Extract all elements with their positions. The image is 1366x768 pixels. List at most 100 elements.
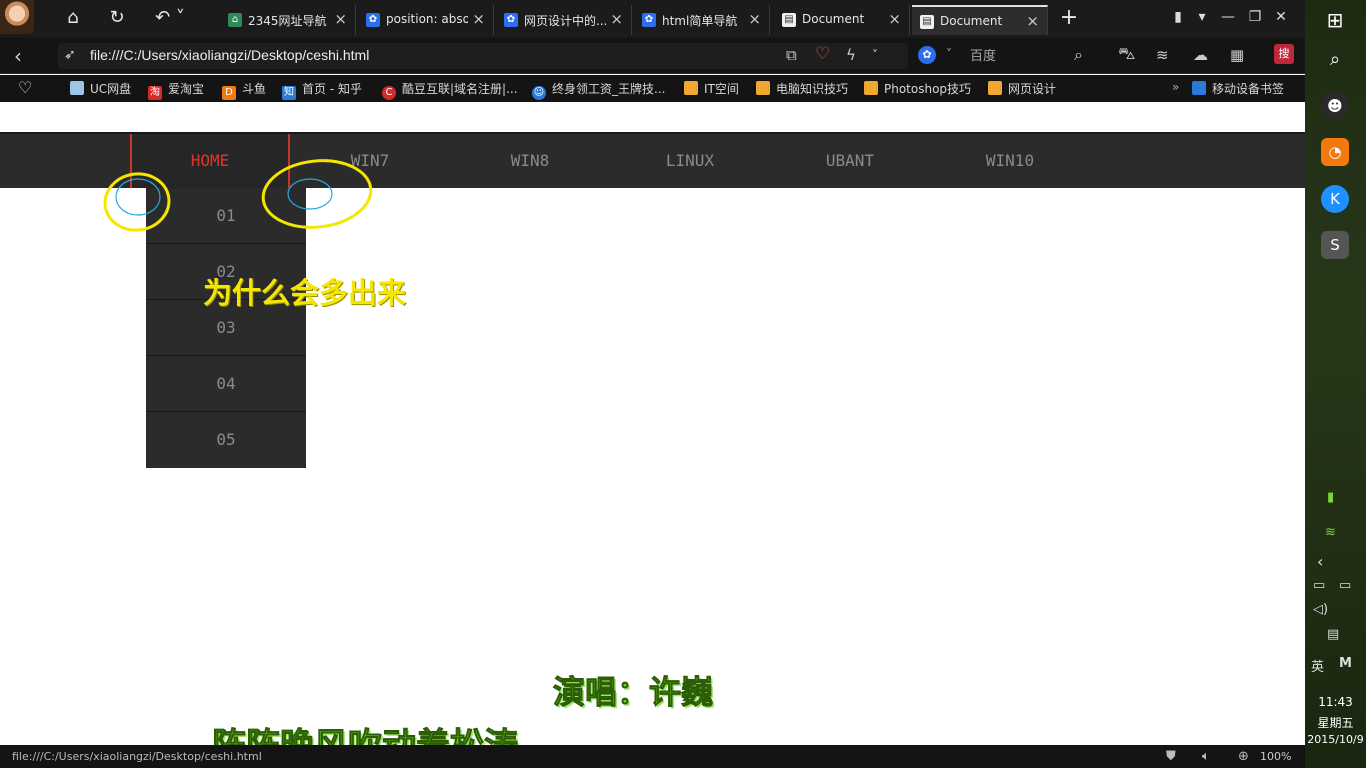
sublime-icon[interactable]: S [1321, 231, 1349, 259]
bookmark-douyu[interactable]: D 斗鱼 [222, 80, 266, 100]
game-icon: ☺ [532, 86, 546, 100]
house-icon: ⌂ [228, 13, 242, 27]
dropdown-item-05[interactable]: 05 [146, 412, 306, 468]
chevron-left-icon[interactable]: ‹ [1317, 552, 1323, 571]
home-icon[interactable]: ⌂ [60, 6, 86, 30]
battery-icon[interactable]: ▮ [1327, 490, 1334, 505]
bookmark-kudou[interactable]: C 酷豆互联|域名注册|... [382, 80, 518, 100]
tab-title: Document [802, 12, 865, 26]
sogou-extension-icon[interactable]: 搜 [1274, 44, 1294, 64]
shirt-icon[interactable]: ▾ [1189, 6, 1215, 28]
dropdown-item-01[interactable]: 01 [146, 188, 306, 244]
nav-item-linux[interactable]: LINUX [610, 134, 770, 188]
bookmark-uc-pan[interactable]: UC网盘 [70, 80, 131, 98]
wifi-icon[interactable]: ≋ [1156, 46, 1169, 64]
nav-item-win10[interactable]: WIN10 [930, 134, 1090, 188]
bookmark-label: 移动设备书签 [1212, 82, 1285, 96]
close-icon[interactable]: × [472, 10, 485, 28]
folder-icon [988, 81, 1002, 95]
bookmark-photoshop[interactable]: Photoshop技巧 [864, 80, 971, 98]
dropdown-item-04[interactable]: 04 [146, 356, 306, 412]
nav-item-win8[interactable]: WIN8 [450, 134, 610, 188]
bookmark-game[interactable]: ☺ 终身领工资_王牌技... [532, 80, 665, 100]
annotation-text: 为什么会多出来 [203, 276, 407, 310]
browser-window: ⌂ ↻ ↶ ˅ ⌂ 2345网址导航 × ✿ position: absolut… [0, 0, 1305, 768]
baidu-paw-icon[interactable]: ✿ [918, 46, 936, 64]
zoom-icon[interactable]: ⊕ [1238, 749, 1249, 764]
close-icon[interactable]: × [610, 10, 623, 28]
minimize-icon[interactable]: — [1215, 6, 1241, 28]
clock-time[interactable]: 11:43 [1305, 695, 1366, 709]
cart-icon[interactable]: ⛍ [1118, 44, 1136, 66]
windows-start-icon[interactable]: ⊞ [1321, 6, 1349, 34]
volume-icon[interactable]: ◁) [1313, 602, 1328, 617]
cloud-sync-icon[interactable]: ☁ [1193, 46, 1208, 64]
tab-document-active[interactable]: ▤ Document × [912, 5, 1048, 35]
bookmark-label: IT空间 [704, 82, 739, 96]
panda-app-icon[interactable]: ☻ [1321, 92, 1349, 120]
clock-day[interactable]: 星期五 [1305, 714, 1366, 731]
ime-language[interactable]: 英 [1311, 656, 1324, 675]
tab-2345[interactable]: ⌂ 2345网址导航 × [220, 5, 356, 35]
notification-icon[interactable]: ▤ [1327, 627, 1339, 642]
close-icon[interactable]: × [748, 10, 761, 28]
ime-mode[interactable]: M [1339, 656, 1352, 671]
bookmark-label: UC网盘 [90, 82, 132, 96]
paw-icon: ✿ [366, 13, 380, 27]
reload-icon[interactable]: ↻ [104, 6, 130, 30]
speaker-icon[interactable]: 🔈︎ [1202, 749, 1210, 764]
nav-item-win7[interactable]: WIN7 [290, 134, 450, 188]
folder-icon [756, 81, 770, 95]
search-icon[interactable]: ⌕ [1321, 46, 1349, 74]
pin-icon[interactable]: ▮ [1165, 6, 1191, 28]
more-bookmarks-icon[interactable]: » [1172, 80, 1179, 98]
tab-webdesign[interactable]: ✿ 网页设计中的... × [496, 5, 632, 35]
lightning-icon[interactable]: ϟ [846, 46, 856, 64]
wifi-icon[interactable]: ≋ [1325, 525, 1336, 540]
close-icon[interactable]: × [1026, 12, 1039, 30]
tab-title: 网页设计中的... [524, 14, 606, 28]
chevron-down-icon[interactable]: ˅ [946, 47, 952, 61]
network-icon[interactable]: ▭ [1313, 578, 1325, 593]
reader-mode-icon[interactable]: ⧉ [786, 46, 797, 64]
url-field[interactable]: ➶ file:///C:/Users/xiaoliangzi/Desktop/c… [58, 43, 908, 69]
user-avatar[interactable] [0, 0, 34, 34]
undo-close-icon[interactable]: ↶ ˅ [150, 6, 190, 30]
close-window-icon[interactable]: ✕ [1268, 6, 1294, 28]
new-tab-icon[interactable]: + [1056, 6, 1082, 30]
search-input[interactable] [970, 46, 1070, 66]
bookmark-zhihu[interactable]: 知首页 - 知乎 [282, 80, 362, 100]
uc-browser-icon[interactable]: ◔ [1321, 138, 1349, 166]
search-icon[interactable]: ⌕ [1074, 45, 1083, 65]
address-bar: ‹ ➶ file:///C:/Users/xiaoliangzi/Desktop… [0, 38, 1305, 74]
zoom-level[interactable]: 100% [1260, 750, 1291, 763]
bookmark-taobao[interactable]: 淘爱淘宝 [148, 80, 205, 100]
clock-date[interactable]: 2015/10/9 [1305, 733, 1366, 746]
favorite-heart-icon[interactable]: ♡ [815, 44, 830, 64]
back-icon[interactable]: ‹ [14, 44, 22, 68]
monitor-icon[interactable]: ▭ [1339, 578, 1351, 593]
kugou-icon[interactable]: K [1321, 185, 1349, 213]
nav-item-home[interactable]: HOME [130, 134, 290, 188]
chevron-down-icon[interactable]: ˅ [872, 48, 878, 62]
restore-icon[interactable]: ❐ [1242, 6, 1268, 28]
tab-html-nav[interactable]: ✿ html简单导航 × [634, 5, 770, 35]
url-text[interactable]: file:///C:/Users/xiaoliangzi/Desktop/ces… [90, 47, 369, 63]
bookmark-it-space[interactable]: IT空间 [684, 80, 739, 98]
tab-position-absolute[interactable]: ✿ position: absolute × [358, 5, 494, 35]
nav-item-ubant[interactable]: UBANT [770, 134, 930, 188]
close-icon[interactable]: × [334, 10, 347, 28]
bookmark-label: 爱淘宝 [168, 82, 205, 96]
bookmark-mobile[interactable]: 移动设备书签 [1192, 80, 1284, 98]
bookmark-pc-tips[interactable]: 电脑知识技巧 [756, 80, 848, 98]
status-url: file:///C:/Users/xiaoliangzi/Desktop/ces… [12, 750, 262, 763]
tab-document[interactable]: ▤ Document × [774, 5, 910, 35]
bookmark-web-design[interactable]: 网页设计 [988, 80, 1056, 98]
bookmark-label: 网页设计 [1008, 82, 1057, 96]
shield-icon[interactable]: ⛊ [1166, 749, 1176, 764]
close-icon[interactable]: × [888, 10, 901, 28]
search-box[interactable]: ✿ ˅ ⌕ [912, 43, 1102, 69]
bookmark-label: Photoshop技巧 [884, 82, 972, 96]
bookmark-heart-icon[interactable]: ♡ [18, 78, 32, 97]
apps-grid-icon[interactable]: ▦ [1230, 46, 1244, 64]
